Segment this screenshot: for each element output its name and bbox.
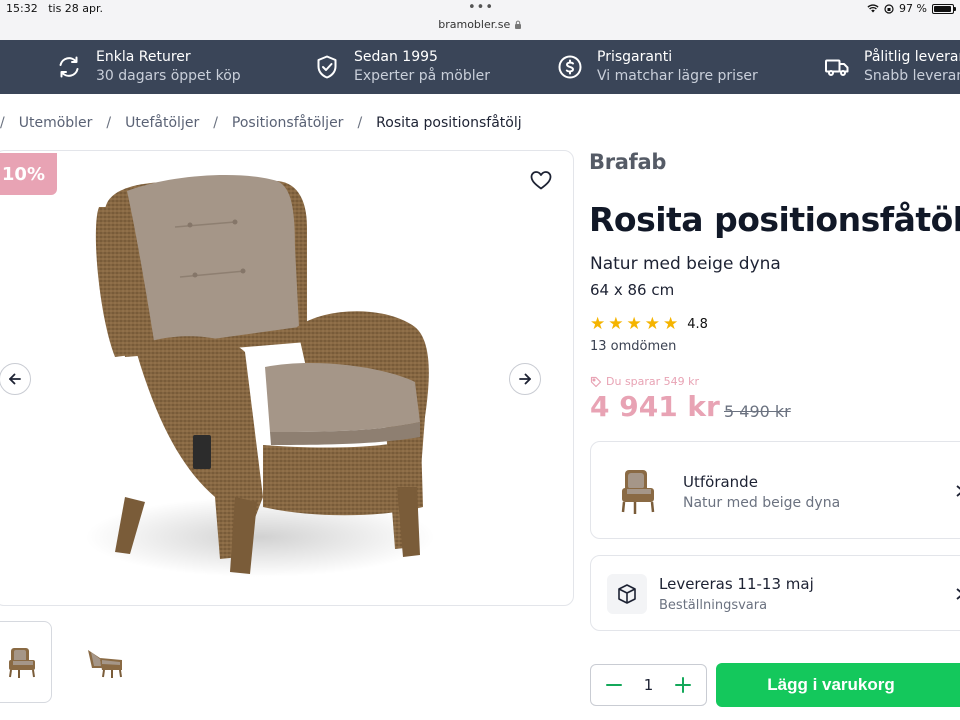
usp-title: Pålitlig leveran bbox=[864, 49, 960, 65]
tag-icon bbox=[590, 376, 602, 387]
star-icon: ★ bbox=[608, 314, 624, 334]
old-price: 5 490 kr bbox=[724, 402, 791, 421]
usp-subtitle: 30 dagars öppet köp bbox=[96, 68, 241, 84]
rating-value: 4.8 bbox=[687, 317, 708, 332]
quantity-stepper[interactable]: 1 bbox=[590, 664, 707, 706]
breadcrumb-separator: / bbox=[357, 115, 363, 131]
usp-title: Prisgaranti bbox=[597, 49, 673, 65]
thumbnail-image bbox=[9, 648, 35, 678]
variant-title: Utförande bbox=[683, 473, 758, 491]
star-icon: ★ bbox=[590, 314, 606, 334]
battery-icon bbox=[932, 3, 956, 14]
plus-icon bbox=[674, 677, 691, 693]
brand-name[interactable]: Brafab bbox=[589, 150, 666, 174]
shield-check-icon bbox=[314, 54, 340, 80]
usp-price-text: Prisgaranti Vi matchar lägre priser bbox=[597, 48, 758, 86]
ios-status-bar: 15:32 tis 28 apr. ••• bramobler.se 97 % bbox=[0, 0, 960, 40]
delivery-title: Levereras 11-13 maj bbox=[659, 575, 814, 593]
product-size: 64 x 86 cm bbox=[590, 281, 675, 299]
usp-since: Sedan 1995 Experter på möbler bbox=[314, 40, 490, 94]
orientation-lock-icon bbox=[884, 3, 894, 14]
status-time: 15:32 tis 28 apr. bbox=[6, 2, 103, 15]
chevron-right-icon bbox=[956, 588, 960, 600]
usp-since-text: Sedan 1995 Experter på möbler bbox=[354, 48, 490, 86]
lock-icon bbox=[514, 20, 521, 29]
wifi-icon bbox=[867, 4, 879, 13]
breadcrumb-link[interactable]: Utefåtöljer bbox=[125, 115, 199, 131]
discount-badge: 10% bbox=[0, 153, 57, 195]
product-image-card: 10% bbox=[0, 150, 574, 606]
variant-selector[interactable]: Utförande Natur med beige dyna bbox=[590, 441, 960, 539]
status-clock: 15:32 bbox=[6, 2, 38, 15]
breadcrumb-current: Rosita positionsfåtölj bbox=[376, 115, 522, 131]
multitask-dots[interactable]: ••• bbox=[468, 0, 494, 15]
minus-icon bbox=[606, 684, 622, 686]
star-icon: ★ bbox=[626, 314, 642, 334]
usp-returns-text: Enkla Returer 30 dagars öppet köp bbox=[96, 48, 241, 86]
image-next-button[interactable] bbox=[509, 363, 541, 395]
review-count-link[interactable]: 13 omdömen bbox=[590, 339, 676, 354]
quantity-value[interactable]: 1 bbox=[644, 676, 654, 694]
address-bar[interactable]: bramobler.se bbox=[0, 18, 960, 31]
package-icon bbox=[618, 584, 636, 604]
add-to-cart-button[interactable]: Lägg i varukorg bbox=[716, 663, 960, 707]
usp-delivery-text: Pålitlig leveran Snabb leveran bbox=[864, 48, 960, 86]
battery-level bbox=[934, 5, 952, 12]
status-date: tis 28 apr. bbox=[48, 2, 104, 15]
usp-bar: Enkla Returer 30 dagars öppet köp Sedan … bbox=[0, 40, 960, 94]
usp-title: Enkla Returer bbox=[96, 49, 191, 65]
usp-delivery: Pålitlig leveran Snabb leveran bbox=[824, 40, 960, 94]
truck-icon bbox=[824, 54, 850, 80]
usp-price-guarantee: Prisgaranti Vi matchar lägre priser bbox=[557, 40, 758, 94]
image-prev-button[interactable] bbox=[0, 363, 31, 395]
battery-percent: 97 % bbox=[899, 2, 927, 15]
rating[interactable]: ★ ★ ★ ★ ★ 4.8 bbox=[590, 316, 708, 333]
thumbnail-image bbox=[88, 650, 122, 678]
breadcrumb-link[interactable]: Positionsfåtöljer bbox=[232, 115, 344, 131]
star-icon: ★ bbox=[644, 314, 660, 334]
delivery-info[interactable]: Levereras 11-13 maj Beställningsvara bbox=[590, 555, 960, 631]
dollar-circle-icon bbox=[557, 54, 583, 80]
quantity-decrease-button[interactable] bbox=[603, 674, 625, 696]
product-variant: Natur med beige dyna bbox=[590, 254, 781, 274]
chevron-right-icon bbox=[956, 485, 960, 497]
product-title: Rosita positionsfåtölj bbox=[589, 200, 960, 239]
star-icon: ★ bbox=[663, 314, 679, 334]
quantity-increase-button[interactable] bbox=[672, 674, 694, 696]
usp-subtitle: Experter på möbler bbox=[354, 68, 490, 84]
arrow-left-icon bbox=[9, 373, 21, 385]
savings-label: Du sparar 549 kr bbox=[590, 375, 699, 388]
breadcrumb-separator: / bbox=[106, 115, 112, 131]
arrow-right-icon bbox=[519, 373, 531, 385]
usp-subtitle: Vi matchar lägre priser bbox=[597, 68, 758, 84]
breadcrumb-separator: / bbox=[213, 115, 218, 131]
status-indicators: 97 % bbox=[867, 2, 956, 15]
url-text[interactable]: bramobler.se bbox=[438, 18, 510, 31]
usp-returns: Enkla Returer 30 dagars öppet köp bbox=[56, 40, 241, 94]
wishlist-heart-icon[interactable] bbox=[528, 167, 554, 193]
breadcrumb-link[interactable]: Utemöbler bbox=[19, 115, 93, 131]
savings-text: Du sparar 549 kr bbox=[606, 375, 700, 388]
product-image[interactable] bbox=[85, 167, 445, 587]
package-icon-bg bbox=[607, 574, 647, 614]
usp-subtitle: Snabb leveran bbox=[864, 68, 960, 84]
variant-thumbnail bbox=[621, 470, 655, 514]
current-price: 4 941 kr bbox=[590, 390, 720, 423]
delivery-subtitle: Beställningsvara bbox=[659, 598, 768, 613]
breadcrumb: / Utemöbler / Utefåtöljer / Positionsfåt… bbox=[0, 113, 522, 133]
thumbnail-1[interactable] bbox=[0, 621, 52, 703]
variant-value: Natur med beige dyna bbox=[683, 495, 841, 511]
usp-title: Sedan 1995 bbox=[354, 49, 438, 65]
breadcrumb-separator: / bbox=[0, 115, 5, 131]
thumbnail-2[interactable] bbox=[76, 621, 136, 703]
refresh-icon bbox=[56, 54, 82, 80]
